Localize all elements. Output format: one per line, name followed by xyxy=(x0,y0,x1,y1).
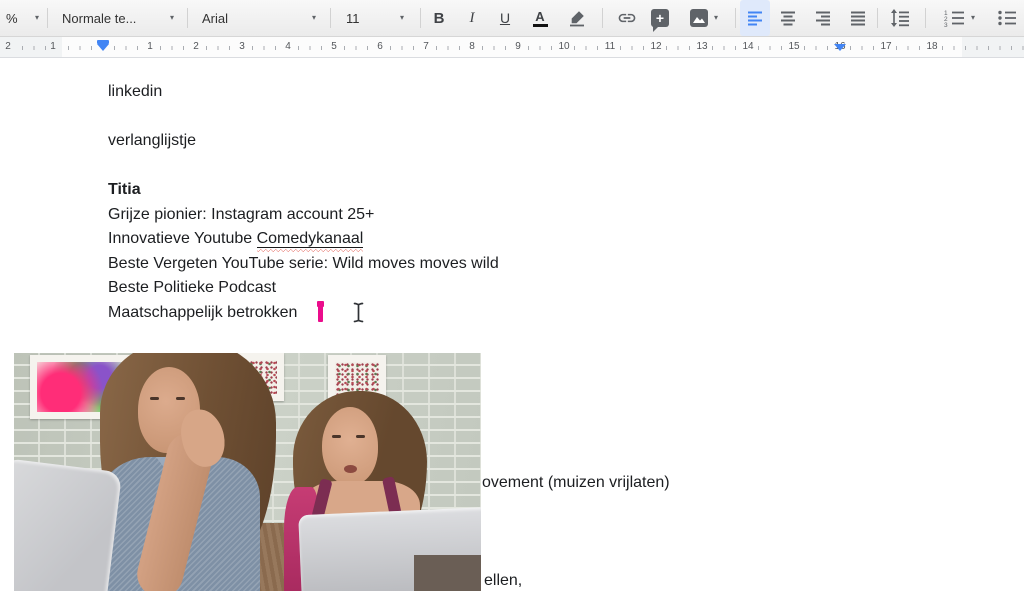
toolbar-separator xyxy=(187,8,188,28)
chevron-down-icon: ▾ xyxy=(971,14,975,22)
doc-line: verlanglijstje xyxy=(108,129,196,154)
ruler-number: 8 xyxy=(466,41,478,53)
highlight-color-button[interactable] xyxy=(562,0,592,36)
toolbar-separator xyxy=(877,8,878,28)
ruler-number: 4 xyxy=(282,41,294,53)
ruler-number: 6 xyxy=(374,41,386,53)
chevron-down-icon: ▾ xyxy=(714,14,718,22)
bulleted-list-button[interactable] xyxy=(992,0,1022,36)
font-family-select[interactable]: Arial ▾ xyxy=(196,0,322,36)
toolbar-separator xyxy=(420,8,421,28)
zoom-value: % xyxy=(6,11,18,26)
doc-line: Beste Vergeten YouTube serie: Wild moves… xyxy=(108,252,499,277)
ruler-number: 18 xyxy=(923,41,940,53)
insert-image-button[interactable]: ▾ xyxy=(678,0,730,36)
align-justify-icon xyxy=(849,9,867,27)
italic-button[interactable]: I xyxy=(457,0,487,36)
collaborator-cursor xyxy=(318,302,323,322)
numbered-list-button[interactable]: 123 ▾ xyxy=(932,0,986,36)
doc-line: Titia xyxy=(108,178,141,203)
doc-line: Grijze pionier: Instagram account 25+ xyxy=(108,203,374,228)
line-spacing-icon xyxy=(890,9,910,27)
insert-link-button[interactable] xyxy=(612,0,642,36)
right-indent-marker[interactable] xyxy=(834,44,846,51)
video-overlay[interactable] xyxy=(14,353,481,591)
ruler-number: 11 xyxy=(602,41,618,53)
text-color-icon: A xyxy=(533,10,548,27)
toolbar-separator xyxy=(735,8,736,28)
image-icon xyxy=(690,9,708,27)
ruler-number: 14 xyxy=(739,41,756,53)
font-size-value: 11 xyxy=(346,11,360,26)
ruler-number: 15 xyxy=(785,41,802,53)
chevron-down-icon: ▾ xyxy=(170,14,174,22)
horizontal-ruler: 21123456789101112131415161718 xyxy=(0,37,1024,58)
svg-text:3: 3 xyxy=(944,22,948,27)
align-center-button[interactable] xyxy=(773,0,803,36)
underline-button[interactable]: U xyxy=(490,0,520,36)
chevron-down-icon: ▾ xyxy=(400,14,404,22)
zoom-select[interactable]: % ▾ xyxy=(0,0,45,36)
misspelled-word: Comedykanaal xyxy=(257,230,364,248)
ruler-number: 2 xyxy=(190,41,202,53)
bold-button[interactable]: B xyxy=(424,0,454,36)
align-left-button[interactable] xyxy=(740,0,770,36)
ruler-number: 2 xyxy=(2,41,14,53)
ruler-number: 17 xyxy=(877,41,894,53)
numbered-list-icon: 123 xyxy=(943,9,965,27)
font-size-select[interactable]: 11 ▾ xyxy=(340,0,410,36)
align-right-button[interactable] xyxy=(808,0,838,36)
highlighter-icon xyxy=(568,9,586,27)
text-ibeam-cursor xyxy=(352,301,365,324)
toolbar-separator xyxy=(925,8,926,28)
document-page[interactable]: linkedin verlanglijstje TitiaGrijze pionie… xyxy=(0,58,1024,591)
formatting-toolbar: % ▾ Normale te... ▾ Arial ▾ 11 ▾ B I U A xyxy=(0,0,1024,37)
doc-line: Innovatieve Youtube Comedykanaal xyxy=(108,227,363,252)
doc-line: Maatschappelijk betrokken xyxy=(108,301,297,326)
text-color-button[interactable]: A xyxy=(525,0,555,36)
paragraph-style-value: Normale te... xyxy=(62,11,136,26)
align-left-icon xyxy=(746,9,764,27)
ruler-number: 7 xyxy=(420,41,432,53)
left-indent-marker[interactable] xyxy=(97,40,109,51)
shadow-corner xyxy=(414,555,481,591)
ruler-number: 1 xyxy=(47,41,59,53)
toolbar-separator xyxy=(602,8,603,28)
toolbar-separator xyxy=(47,8,48,28)
ruler-number: 3 xyxy=(236,41,248,53)
partial-doc-line-2: ellen, xyxy=(484,572,522,590)
chevron-down-icon: ▾ xyxy=(35,14,39,22)
bulleted-list-icon xyxy=(997,9,1017,27)
google-docs-window: % ▾ Normale te... ▾ Arial ▾ 11 ▾ B I U A xyxy=(0,0,1024,591)
line-spacing-button[interactable] xyxy=(885,0,915,36)
link-icon xyxy=(617,8,637,28)
paragraph-style-select[interactable]: Normale te... ▾ xyxy=(56,0,180,36)
font-family-value: Arial xyxy=(202,11,228,26)
partial-doc-line-1: ovement (muizen vrijlaten) xyxy=(482,474,670,492)
doc-line: linkedin xyxy=(108,80,162,105)
doc-line: Beste Politieke Podcast xyxy=(108,276,276,301)
ruler-number: 10 xyxy=(555,41,572,53)
ruler-number: 1 xyxy=(144,41,156,53)
comment-icon: + xyxy=(651,9,669,27)
align-justify-button[interactable] xyxy=(843,0,873,36)
align-right-icon xyxy=(814,9,832,27)
ruler-number: 9 xyxy=(512,41,524,53)
left-laptop xyxy=(14,458,122,591)
add-comment-button[interactable]: + xyxy=(645,0,675,36)
toolbar-separator xyxy=(330,8,331,28)
ruler-number: 5 xyxy=(328,41,340,53)
chevron-down-icon: ▾ xyxy=(312,14,316,22)
align-center-icon xyxy=(779,9,797,27)
ruler-number: 13 xyxy=(693,41,710,53)
ruler-number: 12 xyxy=(647,41,664,53)
